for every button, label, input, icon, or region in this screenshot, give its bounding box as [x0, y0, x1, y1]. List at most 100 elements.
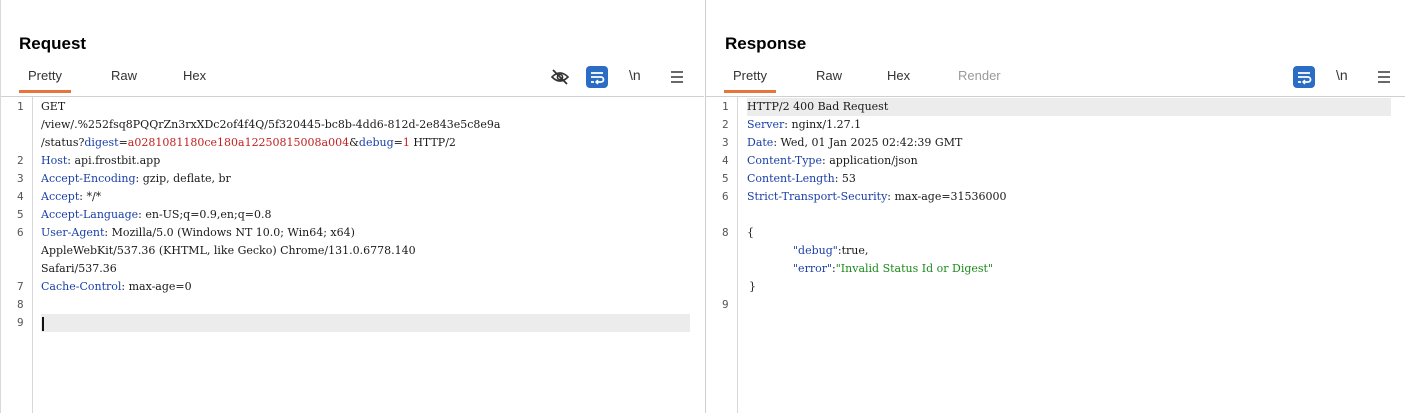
request-toolbar: \n	[549, 66, 689, 88]
header-value: AppleWebKit/537.36 (KHTML, like Gecko) C…	[41, 244, 416, 257]
header-key: Strict-Transport-Security	[747, 190, 888, 203]
json-line: "error":"Invalid Status Id or Digest"	[793, 260, 1391, 278]
header-line: Strict-Transport-Security: max-age=31536…	[747, 188, 1391, 206]
request-editor[interactable]: 1 2 3 4 5 6 7 8 9 GET /view/.%252fsq8PQQ…	[1, 96, 704, 413]
header-key: Server	[747, 118, 785, 131]
response-menu-button[interactable]	[1373, 66, 1395, 88]
http-protocol: HTTP/2	[409, 136, 456, 149]
header-value: : en-US;q=0.9,en;q=0.8	[138, 208, 272, 221]
line-number: 4	[17, 190, 24, 203]
json-value: true,	[841, 244, 869, 257]
header-value: : Mozilla/5.0 (Windows NT 10.0; Win64; x…	[104, 226, 355, 239]
hide-nonprintable-button[interactable]	[549, 66, 571, 88]
header-value: : nginx/1.27.1	[784, 118, 862, 131]
header-key: Host	[41, 154, 68, 167]
eye-slash-icon	[550, 69, 570, 85]
line-number: 2	[17, 154, 24, 167]
brace: }	[749, 280, 756, 293]
request-newline-toggle[interactable]: \n	[629, 67, 641, 83]
line-number: 5	[17, 208, 24, 221]
line-number: 3	[722, 136, 729, 149]
line-number: 1	[17, 100, 24, 113]
query-ampersand: &	[349, 136, 359, 149]
response-tab-raw[interactable]: Raw	[816, 68, 842, 83]
line-number: 2	[722, 118, 729, 131]
header-line: Accept: */*	[41, 188, 690, 206]
header-line-wrap: Safari/537.36	[41, 260, 690, 278]
response-tab-render[interactable]: Render	[958, 68, 1001, 83]
header-line: User-Agent: Mozilla/5.0 (Windows NT 10.0…	[41, 224, 690, 242]
wrap-lines-icon	[591, 72, 605, 85]
header-key: Accept-Language	[41, 208, 139, 221]
response-editor[interactable]: 1 2 3 4 5 6 8 9 HTTP/2 400 Bad Request S…	[706, 96, 1405, 413]
header-key: Accept-Encoding	[41, 172, 136, 185]
request-line: /status?digest=a0281081180ce180a12250815…	[41, 134, 690, 152]
response-newline-toggle[interactable]: \n	[1336, 67, 1348, 83]
query-param-value: a0281081180ce180a12250815008a004	[127, 136, 350, 149]
response-tab-hex[interactable]: Hex	[887, 68, 910, 83]
header-value: : max-age=31536000	[887, 190, 1007, 203]
query-param-value: 1	[402, 136, 410, 149]
header-value: : api.frostbit.app	[67, 154, 161, 167]
header-line: Host: api.frostbit.app	[41, 152, 690, 170]
response-code: HTTP/2 400 Bad Request Server: nginx/1.2…	[747, 97, 1391, 413]
status-text: HTTP/2 400 Bad Request	[747, 100, 889, 113]
json-value: "Invalid Status Id or Digest"	[835, 262, 994, 275]
line-number: 9	[722, 298, 729, 311]
request-line-gutter: 1 2 3 4 5 6 7 8 9	[1, 97, 33, 413]
header-line: Content-Type: application/json	[747, 152, 1391, 170]
request-line: /view/.%252fsq8PQQrZn3rxXDc2of4f4Q/5f320…	[41, 116, 690, 134]
line-number: 9	[17, 316, 24, 329]
json-key: "debug"	[793, 244, 838, 257]
header-line-wrap: AppleWebKit/537.36 (KHTML, like Gecko) C…	[41, 242, 690, 260]
header-key: Accept	[41, 190, 80, 203]
header-key: Date	[747, 136, 774, 149]
response-line-gutter: 1 2 3 4 5 6 8 9	[706, 97, 738, 413]
header-key: Content-Type	[747, 154, 822, 167]
header-line: Server: nginx/1.27.1	[747, 116, 1391, 134]
json-key: "error"	[793, 262, 833, 275]
header-value: : Wed, 01 Jan 2025 02:42:39 GMT	[773, 136, 963, 149]
line-number: 7	[17, 280, 24, 293]
header-value: : */*	[79, 190, 102, 203]
header-value: Safari/537.36	[41, 262, 117, 275]
query-param-key: debug	[358, 136, 394, 149]
header-value: : gzip, deflate, br	[135, 172, 231, 185]
response-wrap-lines-button[interactable]	[1293, 66, 1315, 88]
request-menu-button[interactable]	[666, 66, 688, 88]
line-number: 1	[722, 100, 729, 113]
query-equals: =	[118, 136, 128, 149]
request-method: GET	[41, 100, 66, 113]
current-line[interactable]	[41, 314, 690, 332]
wrap-lines-icon	[1298, 72, 1312, 85]
header-key: Content-Length	[747, 172, 835, 185]
response-title: Response	[725, 34, 807, 53]
line-number: 8	[722, 226, 729, 239]
hamburger-icon	[1378, 71, 1390, 83]
line-number: 5	[722, 172, 729, 185]
header-value: : application/json	[822, 154, 918, 167]
brace: {	[747, 226, 754, 239]
header-line: Accept-Language: en-US;q=0.9,en;q=0.8	[41, 206, 690, 224]
request-tab-hex[interactable]: Hex	[183, 68, 206, 83]
response-pane: Response Pretty Raw Hex Render \n 1 2 3 …	[705, 0, 1405, 413]
request-line: GET	[41, 98, 690, 116]
header-value: : 53	[834, 172, 856, 185]
text-cursor	[42, 317, 44, 331]
json-close-brace: }	[749, 278, 1391, 296]
request-tab-raw[interactable]: Raw	[111, 68, 137, 83]
request-path: /view/.%252fsq8PQQrZn3rxXDc2of4f4Q/5f320…	[41, 118, 501, 131]
request-code: GET /view/.%252fsq8PQQrZn3rxXDc2of4f4Q/5…	[41, 97, 690, 413]
header-line: Cache-Control: max-age=0	[41, 278, 690, 296]
header-line: Content-Length: 53	[747, 170, 1391, 188]
header-value: : max-age=0	[121, 280, 192, 293]
empty-line	[41, 296, 690, 314]
response-toolbar: \n	[1293, 66, 1398, 88]
request-pane: Request Pretty Raw Hex \n 1 2 3 4 5 6 7 …	[0, 0, 704, 413]
header-key: User-Agent	[41, 226, 105, 239]
response-tab-pretty[interactable]: Pretty	[724, 68, 776, 93]
query-equals: =	[393, 136, 403, 149]
request-tab-pretty[interactable]: Pretty	[19, 68, 71, 93]
request-wrap-lines-button[interactable]	[586, 66, 608, 88]
request-title: Request	[19, 34, 87, 53]
